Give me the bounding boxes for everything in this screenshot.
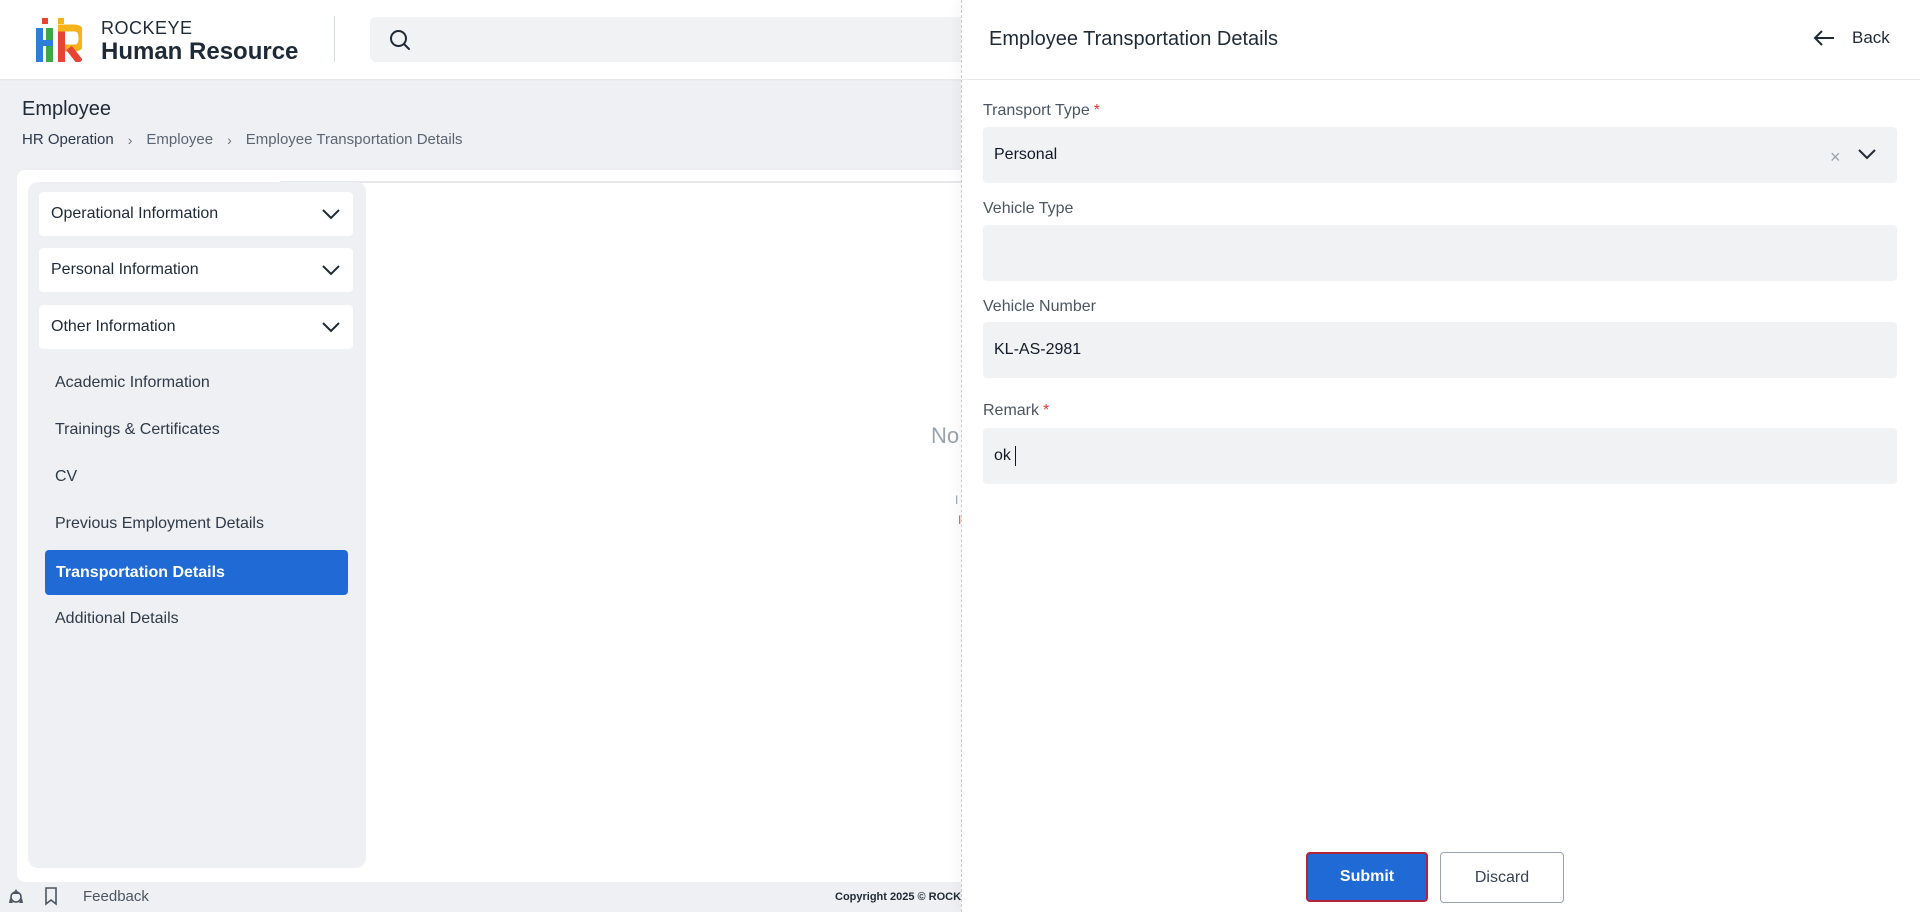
submit-button[interactable]: Submit [1306,852,1428,902]
recycle-icon[interactable] [6,886,26,906]
accordion-label: Personal Information [51,261,199,278]
breadcrumb-current: Employee Transportation Details [245,131,463,148]
accordion-operational-information[interactable]: Operational Information [39,192,353,236]
brand-name: ROCKEYE Human Resource [101,18,298,66]
remark-input[interactable]: ok [983,428,1897,484]
brand-product: Human Resource [101,38,299,65]
vehicle-type-label: Vehicle Type [983,200,1074,217]
chevron-right-icon: › [127,131,133,148]
accordion-other-information[interactable]: Other Information [39,305,353,349]
vehicle-type-input[interactable] [983,225,1897,281]
sidebar-item-transportation-details[interactable]: Transportation Details [45,550,348,595]
panel-title: Employee Transportation Details [989,28,1279,50]
rockeye-logo-icon [36,18,82,62]
panel-divider [962,79,1920,80]
bookmark-icon[interactable] [41,886,61,906]
required-marker: * [1043,402,1050,419]
sidebar-item-additional-details[interactable]: Additional Details [55,610,179,628]
breadcrumb-hr-operation[interactable]: HR Operation [22,131,114,148]
search-icon [390,30,410,50]
accordion-label: Operational Information [51,205,219,222]
background-text-fragment: I [955,493,959,507]
clear-icon[interactable]: × [1830,147,1841,168]
remark-label: Remark * [983,402,1049,420]
back-button[interactable]: Back [1812,28,1890,48]
discard-button[interactable]: Discard [1440,852,1564,903]
feedback-link[interactable]: Feedback [83,888,149,905]
sidebar-item-academic-information[interactable]: Academic Information [55,374,210,392]
chevron-down-icon[interactable] [1856,143,1878,165]
page-title: Employee [22,98,111,120]
chevron-down-icon [322,265,340,276]
text-cursor [1014,446,1016,466]
vehicle-number-value: KL-AS-2981 [994,341,1082,358]
remark-value: ok [994,447,1011,464]
content-divider [280,181,980,183]
copyright-text: Copyright 2025 © ROCKEYE [835,891,962,903]
vehicle-number-label: Vehicle Number [983,298,1096,315]
vehicle-number-input[interactable]: KL-AS-2981 [983,322,1897,378]
accordion-label: Other Information [51,318,176,335]
sidebar-item-cv[interactable]: CV [55,468,77,486]
remark-label-text: Remark [983,402,1040,419]
chevron-down-icon [322,209,340,220]
arrow-left-icon [1813,30,1834,46]
header-divider [334,16,335,62]
chevron-right-icon: › [227,131,232,148]
back-label: Back [1852,28,1890,47]
accordion-personal-information[interactable]: Personal Information [39,248,353,292]
sidebar-item-trainings-certificates[interactable]: Trainings & Certificates [55,421,220,439]
sidebar-item-previous-employment[interactable]: Previous Employment Details [55,515,264,533]
transport-type-label-text: Transport Type [983,102,1090,119]
transport-type-value: Personal [994,146,1058,163]
transport-type-label: Transport Type * [983,102,1100,120]
breadcrumb-employee[interactable]: Employee [146,131,213,148]
brand-company: ROCKEYE [101,18,193,38]
transport-type-select[interactable]: Personal [983,127,1897,183]
breadcrumb: HR Operation › Employee › Employee Trans… [22,131,463,148]
no-data-text: No [931,423,960,448]
required-marker: * [1093,102,1100,119]
chevron-down-icon [322,322,340,333]
